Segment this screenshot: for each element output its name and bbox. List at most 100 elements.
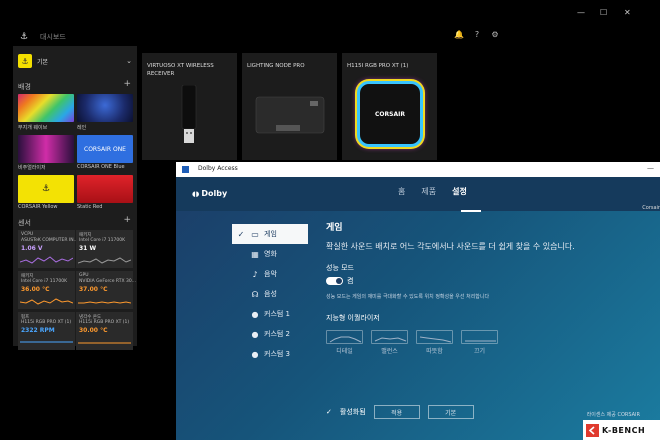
film-icon: ▦ (251, 249, 259, 259)
tile-art-text: CORSAIR ONE (84, 145, 126, 153)
kbench-brand: K-BENCH (602, 425, 646, 435)
person-icon: ● (251, 349, 259, 359)
eq-title: 지능형 이퀄라이저 (326, 314, 380, 322)
dolby-header: ◖◗ Dolby 홈 제품 설정 Corsair (176, 177, 660, 211)
device-card-lighting-node-pro[interactable]: LIGHTING NODE PRO (242, 53, 337, 160)
eq-curve-icon (329, 336, 362, 343)
menu-label: 커스텀 1 (264, 310, 290, 318)
perf-mode-description: 성능 모드는 게임의 재미를 극대화할 수 있도록 위치 정확성을 우선 처리합… (326, 294, 490, 300)
dolby-titlebar: Dolby Access — (176, 162, 660, 177)
eq-preset-detail[interactable] (326, 330, 363, 344)
default-button[interactable]: 기본 (427, 405, 474, 419)
check-icon: ✓ (326, 408, 332, 416)
dolby-logo: ◖◗ Dolby (192, 189, 227, 198)
tile-corsair-one-blue[interactable]: CORSAIR ONE (77, 135, 133, 163)
sensor-card[interactable]: GPU NVIDIA GeForce RTX 30... 37.00 °C (76, 271, 137, 309)
voice-icon: ☊ (251, 289, 259, 299)
apply-button[interactable]: 적용 (373, 405, 420, 419)
tab-products[interactable]: 제품 (421, 186, 436, 197)
close-icon[interactable]: ✕ (624, 8, 631, 17)
eq-label: 밸런스 (381, 348, 398, 355)
bell-icon[interactable]: 🔔 (454, 30, 464, 40)
license-text: 라이센스 제공 CORSAIR (587, 411, 640, 418)
tile-static-red[interactable] (77, 175, 133, 203)
device-list: VIRTUOSO XT WIRELESS RECEIVER LIGHTING N… (142, 48, 537, 160)
pump-brand: CORSAIR (375, 110, 405, 118)
perf-mode-label: 성능 모드 (326, 264, 354, 272)
tile-label: CORSAIR ONE Blue (77, 164, 125, 170)
eq-preset-balanced[interactable] (371, 330, 408, 344)
dolby-logo-text: Dolby (201, 189, 228, 198)
sensor-device: H115i RGB PRO XT (1) (79, 320, 130, 325)
tile-label: 비주얼라이저 (18, 165, 46, 171)
menu-item-custom-2[interactable]: ● 커스텀 2 (232, 324, 308, 344)
sensor-card[interactable]: 패키지 Intel Core i7 11700K 31 W (76, 230, 133, 268)
eq-preset-warm[interactable] (416, 330, 453, 344)
device-card-h115i[interactable]: H115I RGB PRO XT (1) CORSAIR (342, 53, 437, 160)
menu-label: 음악 (264, 270, 277, 278)
pump-head-image: CORSAIR (357, 81, 423, 147)
tab-home[interactable]: 홈 (398, 186, 405, 197)
menu-item-movie[interactable]: ▦ 영화 (232, 244, 308, 264)
sensor-value: 30.00 °C (79, 327, 108, 334)
tile-rainbow-wave[interactable] (18, 94, 74, 122)
sensor-value: 1.06 V (21, 245, 43, 252)
person-icon: ● (251, 309, 259, 319)
menu-label: 커스텀 2 (264, 330, 290, 338)
minimize-icon[interactable]: — (647, 164, 654, 172)
menu-item-custom-1[interactable]: ● 커스텀 1 (232, 304, 308, 324)
sensor-graph (78, 257, 131, 264)
menu-label: 게임 (264, 230, 277, 238)
add-sensor-icon[interactable]: + (123, 215, 131, 225)
tile-label: CORSAIR Yellow (18, 204, 58, 210)
tile-label: 무지개 웨이브 (18, 125, 48, 131)
device-name: VIRTUOSO XT WIRELESS RECEIVER (147, 63, 214, 77)
maximize-icon[interactable]: ☐ (600, 8, 607, 17)
menu-item-custom-3[interactable]: ● 커스텀 3 (232, 344, 308, 364)
menu-label: 음성 (264, 290, 277, 298)
sensor-device: NVIDIA GeForce RTX 30... (79, 279, 137, 284)
sensor-value: 31 W (79, 245, 97, 252)
sensor-card[interactable]: VCPU ASUSTeK COMPUTER IN... 1.06 V (18, 230, 78, 268)
sensor-name: VCPU (21, 232, 34, 237)
sensor-card[interactable]: 펌프 H115i RGB PRO XT (1) 2322 RPM (18, 312, 75, 350)
eq-label: 디테일 (336, 348, 353, 355)
sensor-device: H115i RGB PRO XT (1) (21, 320, 72, 325)
minimize-icon[interactable]: — (577, 8, 585, 17)
enabled-label[interactable]: 활성화됨 (340, 407, 366, 417)
sensor-card[interactable]: 패키지 Intel Core i7 11700K 36.00 °C (18, 271, 75, 309)
desktop: — ☐ ✕ ⚓ 대시보드 🔔 ? ⚙ ⚓ 기본 ⌄ 배경 + 무지개 웨이브 레… (0, 0, 660, 440)
tile-rain[interactable] (77, 94, 133, 122)
sensor-card[interactable]: 냉각수 온도 H115i RGB PRO XT (1) 30.00 °C (76, 312, 133, 350)
eq-preset-labels: 디테일 밸런스 따뜻함 끄기 (326, 346, 646, 355)
gear-icon[interactable]: ⚙ (490, 30, 500, 40)
sensor-device: ASUSTeK COMPUTER IN... (21, 238, 78, 243)
dolby-tabs: 홈 제품 설정 (398, 186, 467, 197)
add-background-icon[interactable]: + (123, 79, 131, 89)
user-label[interactable]: Corsair (642, 205, 660, 211)
menu-item-voice[interactable]: ☊ 음성 (232, 284, 308, 304)
tile-visualizer[interactable] (18, 135, 74, 163)
perf-mode-toggle[interactable] (326, 277, 343, 285)
menu-item-game[interactable]: ✓ ▭ 게임 (232, 224, 308, 244)
tile-corsair-yellow[interactable]: ⚓ (18, 175, 74, 203)
menu-item-music[interactable]: ♪ 음악 (232, 264, 308, 284)
dashboard-nav[interactable]: 대시보드 (40, 32, 66, 42)
eq-preset-off[interactable] (461, 330, 498, 344)
sensor-graph (78, 301, 131, 304)
sensor-value: 36.00 °C (21, 286, 50, 293)
help-icon[interactable]: ? (472, 30, 482, 40)
chevron-down-icon[interactable]: ⌄ (126, 57, 132, 65)
check-icon: ✓ (237, 229, 245, 239)
device-name: LIGHTING NODE PRO (247, 63, 305, 69)
dolby-app-icon (182, 166, 189, 173)
tab-settings[interactable]: 설정 (452, 186, 467, 197)
profile-selector[interactable]: ⚓ 기본 ⌄ (18, 52, 132, 70)
device-card-virtuoso[interactable]: VIRTUOSO XT WIRELESS RECEIVER (142, 53, 237, 160)
kbench-logo-icon (586, 423, 599, 437)
person-icon: ● (251, 329, 259, 339)
sensor-value: 2322 RPM (21, 327, 55, 334)
profile-icon: ⚓ (18, 54, 32, 68)
usb-receiver-image (181, 85, 197, 143)
dolby-footer: ✓ 활성화됨 적용 기본 (326, 405, 474, 419)
